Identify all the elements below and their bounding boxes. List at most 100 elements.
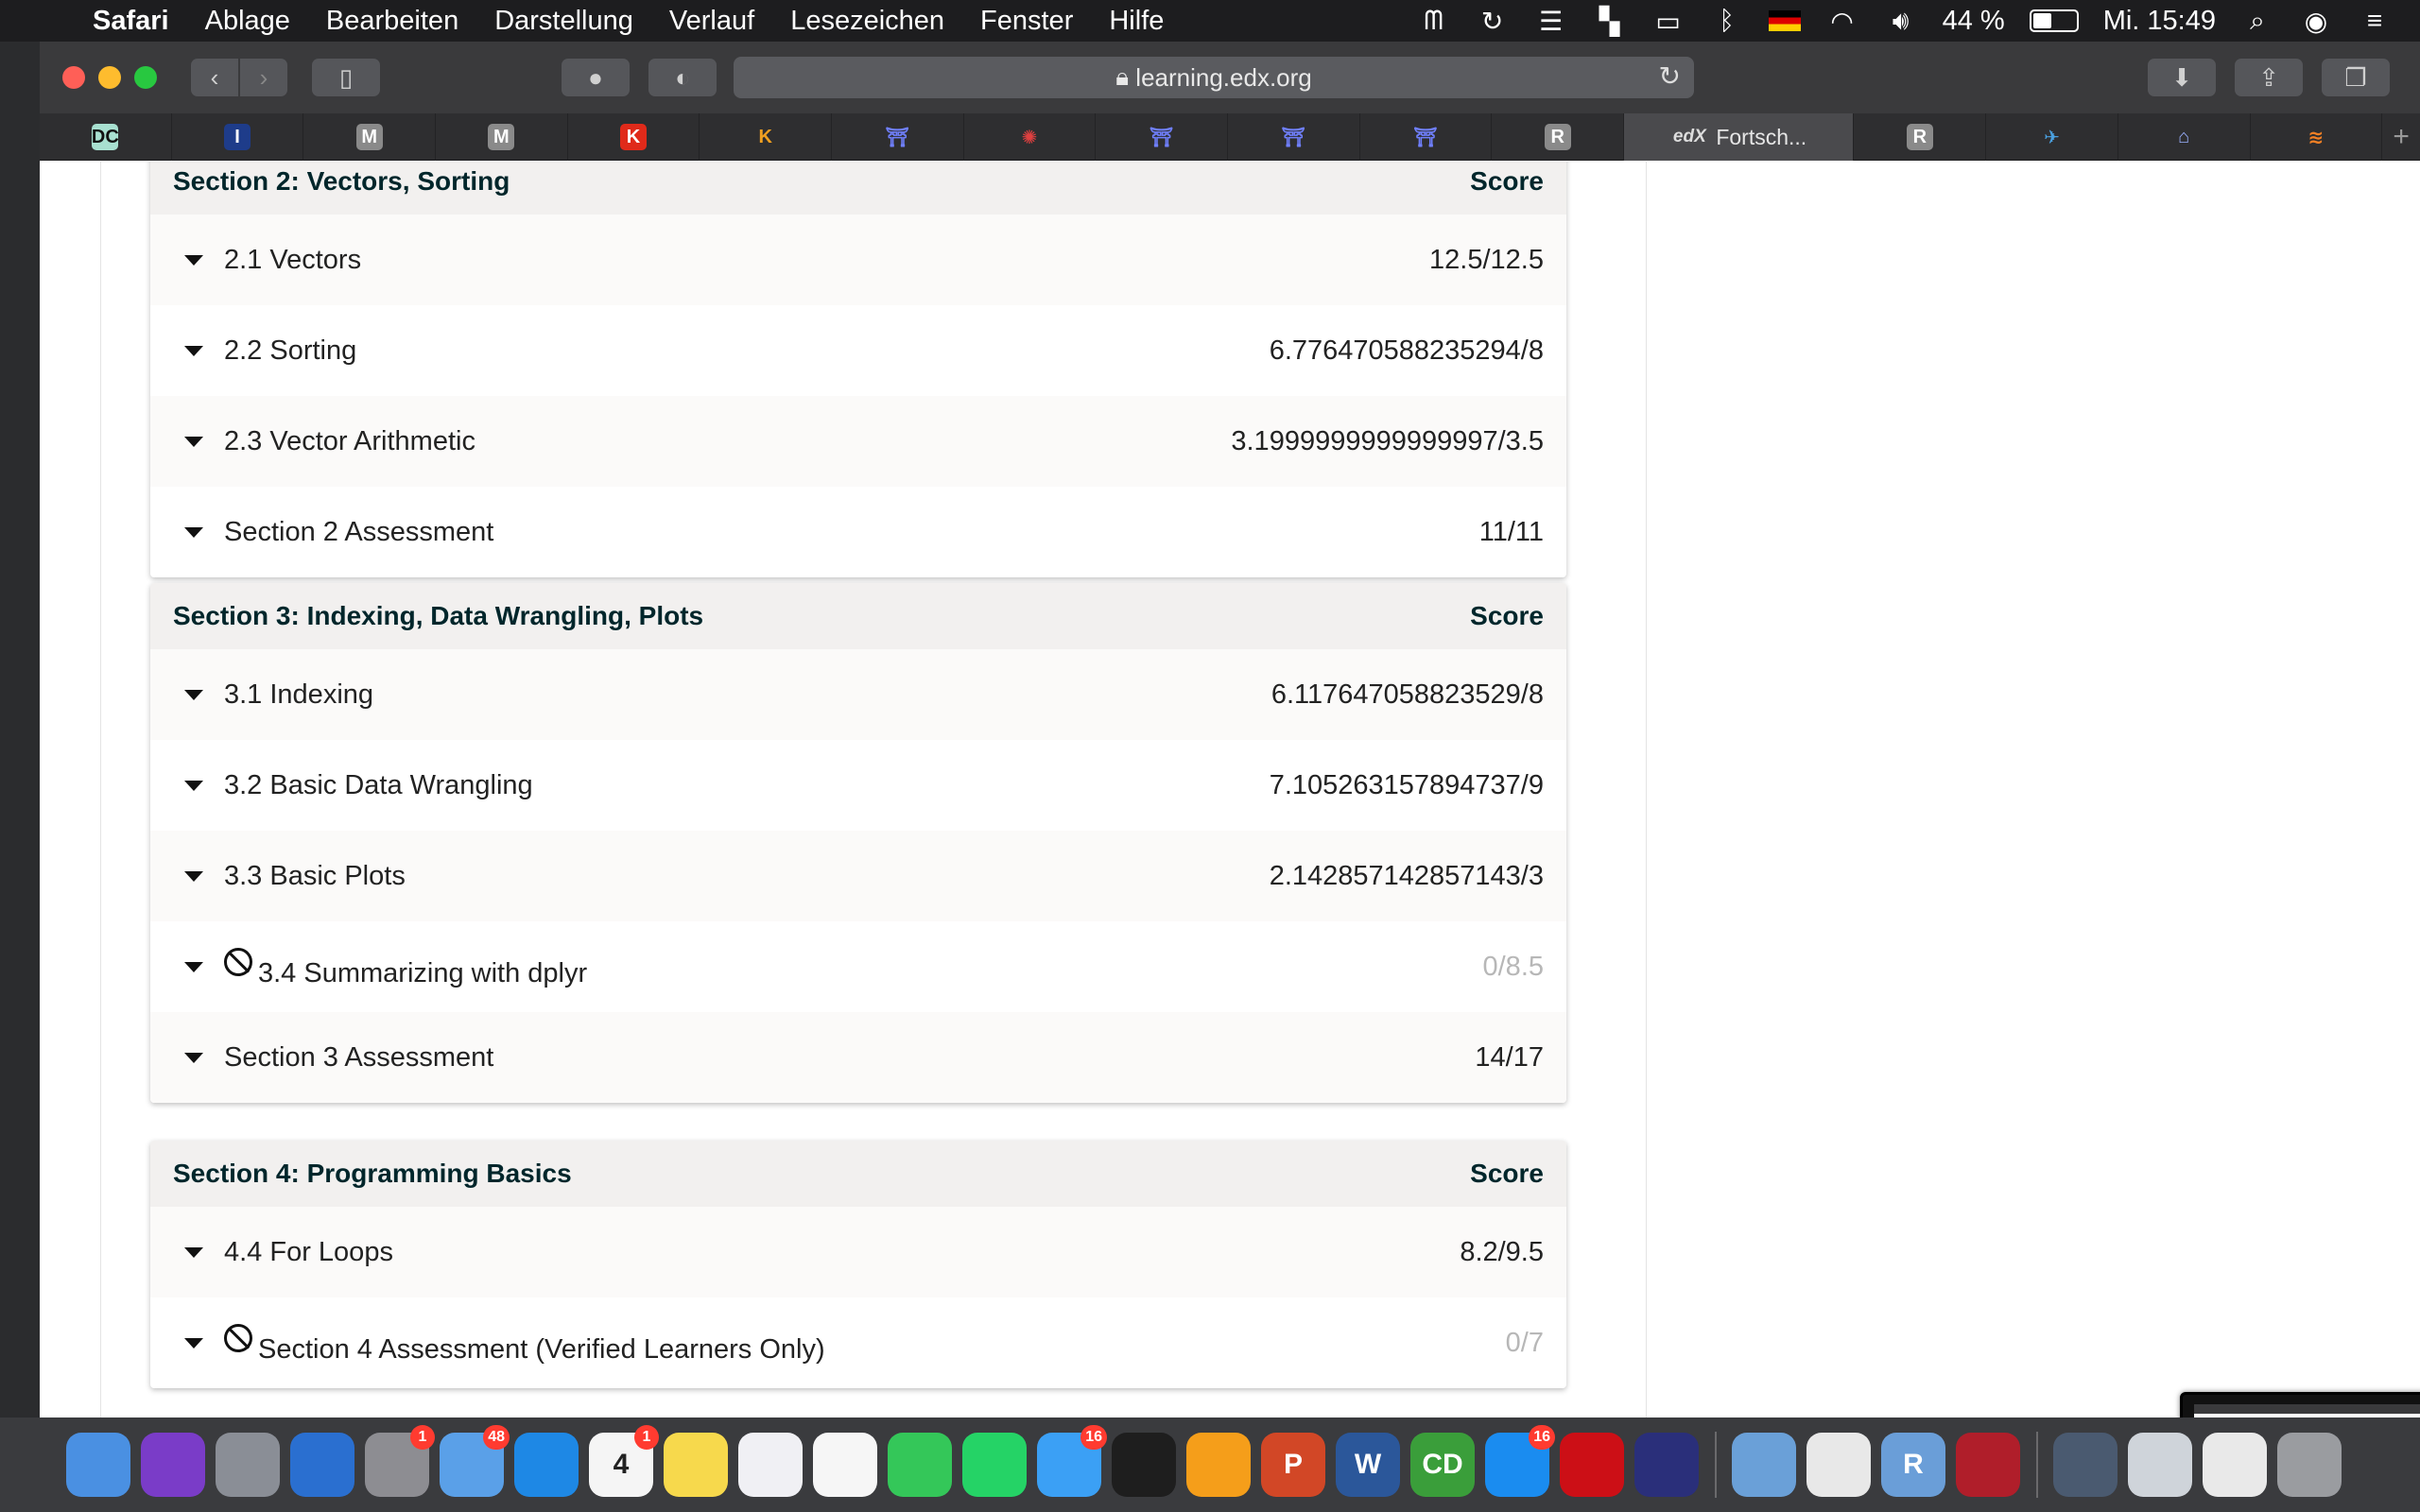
expand-caret-icon[interactable] bbox=[184, 1337, 203, 1349]
battery-icon[interactable] bbox=[2029, 9, 2079, 32]
messages-icon[interactable]: 16 bbox=[1037, 1425, 1107, 1497]
tab[interactable]: ≋ bbox=[2251, 113, 2383, 161]
expand-caret-icon[interactable] bbox=[184, 436, 203, 447]
subsection-row[interactable]: Section 3 Assessment 14/17 bbox=[150, 1012, 1566, 1103]
music-icon[interactable] bbox=[738, 1433, 803, 1497]
cd-icon[interactable]: CD bbox=[1410, 1433, 1475, 1497]
screenshot-stack-icon[interactable] bbox=[2128, 1433, 2192, 1497]
whatsapp-icon[interactable] bbox=[962, 1433, 1027, 1497]
clock[interactable]: Mi. 15:49 bbox=[2103, 6, 2216, 37]
tab[interactable]: ✺ bbox=[964, 113, 1097, 161]
stack-icon[interactable]: ☰ bbox=[1534, 7, 1568, 36]
menu-ablage[interactable]: Ablage bbox=[205, 6, 290, 37]
subsection-title[interactable]: 3.2 Basic Data Wrangling bbox=[224, 770, 533, 801]
subsection-title[interactable]: 3.4 Summarizing with dplyr bbox=[258, 945, 587, 989]
german-flag-icon[interactable] bbox=[1768, 10, 1801, 31]
notes-icon[interactable] bbox=[664, 1433, 728, 1497]
expand-caret-icon[interactable] bbox=[184, 254, 203, 266]
privacy-shield-icon[interactable]: ◐ bbox=[648, 59, 717, 96]
expand-caret-icon[interactable] bbox=[184, 1246, 203, 1258]
reload-icon[interactable]: ↻ bbox=[1659, 60, 1681, 92]
airplay-icon[interactable]: ▭ bbox=[1651, 7, 1685, 36]
subsection-title[interactable]: 3.3 Basic Plots bbox=[224, 861, 406, 892]
address-bar[interactable]: 🔒︎ learning.edx.org ↻ bbox=[734, 57, 1694, 98]
subsection-title[interactable]: 2.1 Vectors bbox=[224, 245, 361, 276]
textedit-icon[interactable] bbox=[1806, 1433, 1871, 1497]
mission-control-icon[interactable] bbox=[290, 1433, 354, 1497]
back-button[interactable]: ‹ bbox=[191, 59, 238, 96]
tab[interactable]: K bbox=[568, 113, 700, 161]
preview-icon[interactable] bbox=[1732, 1433, 1796, 1497]
sidebar-toggle-button[interactable]: ▯ bbox=[312, 59, 380, 96]
extension-icon[interactable]: ● bbox=[562, 59, 630, 96]
app-store-icon[interactable]: 16 bbox=[1485, 1425, 1555, 1497]
siri-menu-icon[interactable]: ◉ bbox=[2299, 7, 2333, 36]
subsection-row[interactable]: 3.1 Indexing 6.117647058823529/8 bbox=[150, 649, 1566, 740]
tab[interactable]: R bbox=[1854, 113, 1987, 161]
subsection-title[interactable]: Section 3 Assessment bbox=[224, 1042, 493, 1074]
tab[interactable]: ⛩ bbox=[1096, 113, 1229, 161]
subsection-row[interactable]: 2.1 Vectors 12.5/12.5 bbox=[150, 215, 1566, 305]
safari-icon[interactable] bbox=[514, 1433, 579, 1497]
download-stack-icon[interactable] bbox=[2053, 1433, 2118, 1497]
expand-caret-icon[interactable] bbox=[184, 780, 203, 791]
spotlight-search-icon[interactable]: ⌕ bbox=[2240, 6, 2274, 35]
sync-icon[interactable]: ↻ bbox=[1476, 7, 1510, 36]
photo-booth-icon[interactable] bbox=[1956, 1433, 2020, 1497]
malwarebytes-icon[interactable]: ᗰ bbox=[1417, 6, 1451, 35]
system-preferences-icon[interactable]: 1 bbox=[365, 1425, 435, 1497]
expand-caret-icon[interactable] bbox=[184, 689, 203, 700]
menu-bearbeiten[interactable]: Bearbeiten bbox=[326, 6, 458, 37]
expand-caret-icon[interactable] bbox=[184, 870, 203, 882]
picture-in-picture-preview[interactable] bbox=[2180, 1392, 2420, 1418]
bluetooth-icon[interactable]: ᛒ bbox=[1710, 6, 1744, 35]
fullscreen-window-button[interactable] bbox=[134, 66, 157, 89]
tab[interactable]: I bbox=[172, 113, 304, 161]
r-icon[interactable]: R bbox=[1881, 1433, 1945, 1497]
new-tab-button[interactable]: + bbox=[2382, 113, 2420, 161]
siri-icon[interactable] bbox=[141, 1433, 205, 1497]
tab[interactable]: M bbox=[303, 113, 437, 161]
expand-caret-icon[interactable] bbox=[184, 961, 203, 972]
expand-caret-icon[interactable] bbox=[184, 345, 203, 356]
tab[interactable]: R bbox=[1492, 113, 1625, 161]
subsection-title[interactable]: Section 4 Assessment (Verified Learners … bbox=[258, 1321, 825, 1366]
close-window-button[interactable] bbox=[62, 66, 85, 89]
subsection-row[interactable]: Section 2 Assessment 11/11 bbox=[150, 487, 1566, 577]
forward-button[interactable]: › bbox=[240, 59, 287, 96]
downloads-button[interactable]: ⬇ bbox=[2148, 59, 2216, 96]
tab[interactable]: ⛩ bbox=[832, 113, 964, 161]
subsection-row[interactable]: 3.2 Basic Data Wrangling 7.10526315789473… bbox=[150, 740, 1566, 831]
powerpoint-icon[interactable]: P bbox=[1261, 1433, 1325, 1497]
volume-icon[interactable]: 🔊︎ bbox=[1884, 6, 1918, 35]
subsection-title[interactable]: 4.4 For Loops bbox=[224, 1237, 393, 1268]
menu-app-name[interactable]: Safari bbox=[93, 6, 169, 37]
menu-lesezeichen[interactable]: Lesezeichen bbox=[790, 6, 944, 37]
calendar-icon[interactable]: 41 bbox=[589, 1425, 659, 1497]
wifi-icon[interactable]: ◠ bbox=[1825, 7, 1859, 36]
subsection-title[interactable]: 3.1 Indexing bbox=[224, 679, 373, 711]
tab[interactable]: ⌂ bbox=[2118, 113, 2251, 161]
subsection-title[interactable]: Section 2 Assessment bbox=[224, 517, 493, 548]
teams-icon[interactable] bbox=[1112, 1433, 1176, 1497]
subsection-row[interactable]: 2.3 Vector Arithmetic 3.1999999999999997/… bbox=[150, 396, 1566, 487]
subsection-row[interactable]: 2.2 Sorting 6.776470588235294/8 bbox=[150, 305, 1566, 396]
tab[interactable]: K bbox=[700, 113, 833, 161]
menu-darstellung[interactable]: Darstellung bbox=[494, 6, 633, 37]
share-button[interactable]: ⇪ bbox=[2235, 59, 2303, 96]
finder-icon[interactable] bbox=[66, 1433, 130, 1497]
tab-overview-button[interactable]: ❐ bbox=[2322, 59, 2390, 96]
battery-percent[interactable]: 44 % bbox=[1943, 6, 2005, 37]
opera-icon[interactable] bbox=[1560, 1433, 1624, 1497]
menu-fenster[interactable]: Fenster bbox=[980, 6, 1073, 37]
night-icon[interactable] bbox=[1634, 1433, 1699, 1497]
notification-center-icon[interactable]: ≡ bbox=[2358, 6, 2392, 35]
tab[interactable]: ⛩ bbox=[1228, 113, 1360, 161]
expand-caret-icon[interactable] bbox=[184, 526, 203, 538]
subsection-title[interactable]: 2.2 Sorting bbox=[224, 335, 356, 367]
expand-caret-icon[interactable] bbox=[184, 1052, 203, 1063]
subsection-row[interactable]: 3.3 Basic Plots 2.142857142857143/3 bbox=[150, 831, 1566, 921]
word-icon[interactable]: W bbox=[1336, 1433, 1400, 1497]
tab[interactable]: ✈ bbox=[1986, 113, 2118, 161]
menu-hilfe[interactable]: Hilfe bbox=[1109, 6, 1164, 37]
